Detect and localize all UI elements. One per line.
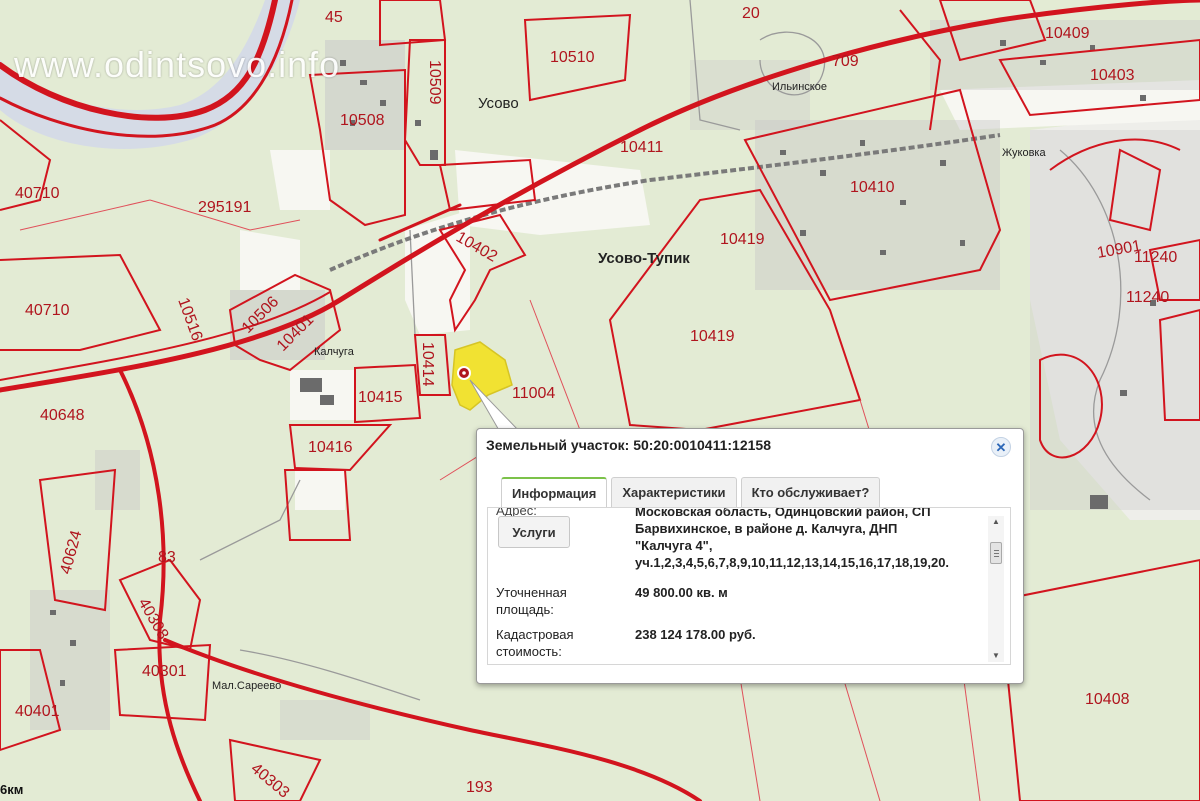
parcel-label: 40401	[15, 703, 60, 720]
place-usovo: Усово	[478, 95, 519, 112]
location-marker[interactable]	[457, 366, 471, 380]
parcel-label: 10409	[1045, 25, 1090, 42]
address-value: Московская область, Одинцовский район, С…	[635, 507, 985, 571]
services-button[interactable]: Услуги	[498, 516, 570, 548]
area-value: 49 800.00 кв. м	[635, 585, 728, 600]
parcel-label: 11004	[512, 385, 555, 402]
parcel-label: 10414	[419, 342, 436, 387]
parcel-label: 10419	[690, 328, 735, 345]
tab-characteristics[interactable]: Характеристики	[611, 477, 737, 507]
cadastral-cost-label: Кадастровая стоимость:	[496, 627, 574, 659]
parcel-label: 11240	[1134, 249, 1177, 266]
info-panel[interactable]: Адрес: Услуги Московская область, Одинцо…	[487, 507, 1011, 665]
popup-tabs: Информация Характеристики Кто обслуживае…	[501, 477, 881, 507]
scale-label: 6км	[0, 782, 24, 797]
parcel-label: 83	[158, 549, 176, 566]
parcel-label: 709	[832, 53, 859, 70]
parcel-label: 11240	[1126, 289, 1169, 306]
parcel-label: 10410	[850, 179, 895, 196]
place-usovo-tupik: Усово-Тупик	[598, 250, 690, 267]
tab-who-serves[interactable]: Кто обслуживает?	[740, 477, 881, 507]
parcel-label: 10416	[308, 439, 353, 456]
cadastral-cost-value: 238 124 178.00 руб.	[635, 627, 756, 642]
parcel-label: 193	[466, 779, 493, 796]
address-line: "Калчуга 4",	[635, 538, 713, 553]
parcel-label: 40648	[40, 407, 85, 424]
place-zhukovka: Жуковка	[1002, 147, 1046, 159]
grip-line	[994, 550, 999, 551]
popup-title: Земельный участок: 50:20:0010411:12158	[486, 437, 771, 453]
parcel-label: 40710	[25, 302, 70, 319]
close-button[interactable]: ✕	[991, 437, 1011, 457]
place-ilinskoe: Ильинское	[772, 81, 827, 93]
vertical-scrollbar[interactable]: ▲ ▼	[988, 516, 1004, 662]
address-line: Московская область, Одинцовский район, С…	[635, 507, 931, 519]
parcel-label: 10415	[358, 389, 403, 406]
parcel-label: 10508	[340, 112, 385, 129]
close-icon: ✕	[995, 439, 1007, 455]
place-mal-sareevo: Мал.Сареево	[212, 680, 281, 692]
parcel-label: 10411	[620, 139, 663, 156]
road-number: 20	[742, 5, 760, 22]
grip-line	[994, 556, 999, 557]
area-label: Уточненная площадь:	[496, 585, 567, 617]
grip-line	[994, 553, 999, 554]
parcel-info-popup: Земельный участок: 50:20:0010411:12158 ✕…	[476, 428, 1024, 684]
scroll-down-icon[interactable]: ▼	[988, 650, 1004, 662]
scroll-thumb[interactable]	[990, 542, 1002, 564]
parcel-label: 40710	[15, 185, 60, 202]
parcel-label: 10403	[1090, 67, 1135, 84]
parcel-label: 10509	[426, 60, 443, 105]
parcel-label: 295191	[198, 199, 251, 216]
place-kalchuga: Калчуга	[314, 346, 355, 358]
parcel-label: 10419	[720, 231, 765, 248]
parcel-label: 10408	[1085, 691, 1130, 708]
scroll-up-icon[interactable]: ▲	[988, 516, 1004, 528]
address-line: уч.1,2,3,4,5,6,7,8,9,10,11,12,13,14,15,1…	[635, 555, 950, 570]
address-line: Барвихинское, в районе д. Калчуга, ДНП	[635, 521, 898, 536]
parcel-label: 40301	[142, 663, 187, 680]
parcel-label: 10510	[550, 49, 595, 66]
tab-info[interactable]: Информация	[501, 477, 608, 507]
parcel-label: 45	[325, 9, 343, 26]
